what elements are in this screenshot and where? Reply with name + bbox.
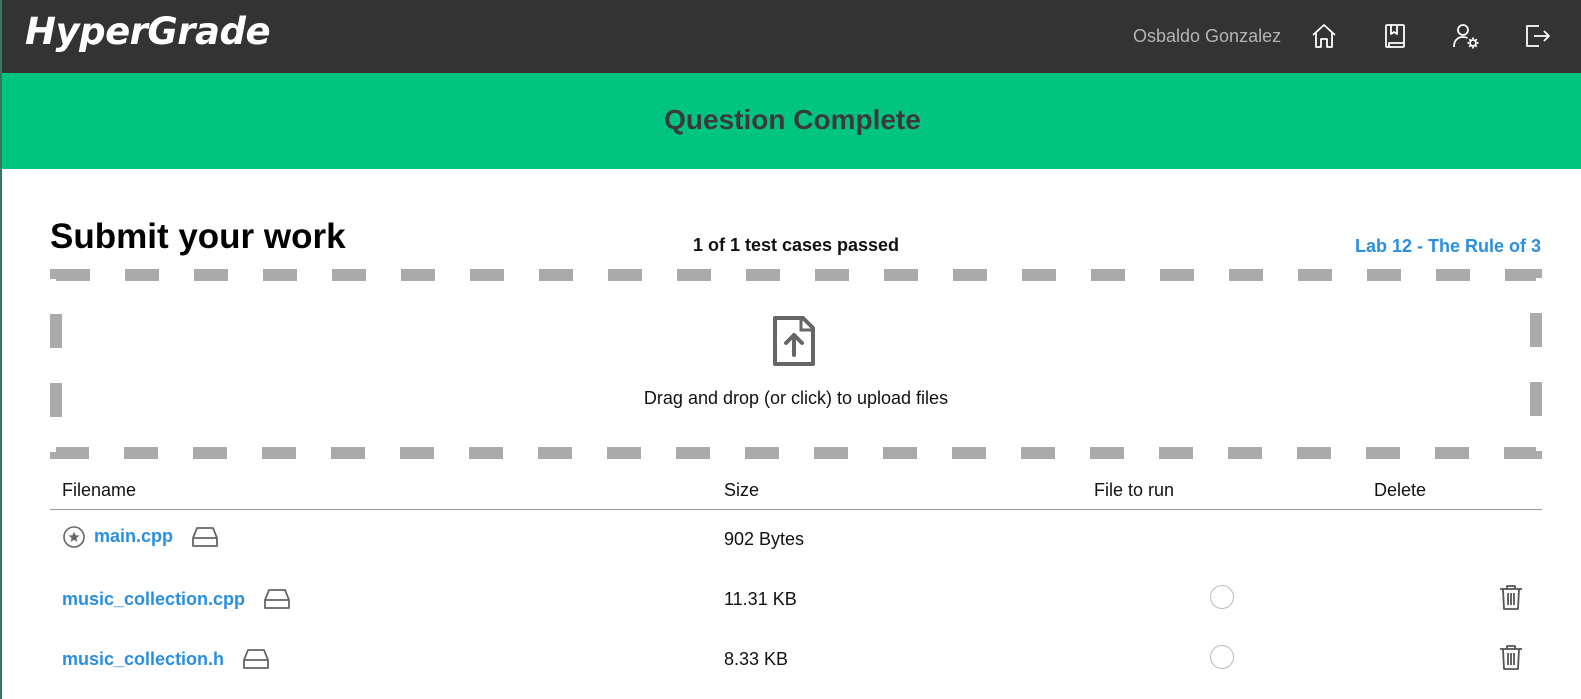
lab-link[interactable]: Lab 12 - The Rule of 3	[1355, 236, 1541, 257]
username-label: Osbaldo Gonzalez	[1133, 26, 1282, 46]
drive-icon[interactable]	[242, 647, 270, 671]
trash-icon[interactable]	[1498, 583, 1524, 611]
dropzone-text: Drag and drop (or click) to upload files	[643, 388, 949, 408]
logout-icon[interactable]	[1523, 22, 1551, 50]
file-upload-icon	[773, 316, 815, 366]
file-link[interactable]: music_collection.h	[62, 649, 224, 670]
files-table: Filename Size File to run Delete main.cp…	[50, 473, 1542, 689]
status-banner: Question Complete	[2, 73, 1581, 169]
top-navbar: HyperGrade Osbaldo Gonzalez	[2, 0, 1581, 73]
trash-icon[interactable]	[1498, 643, 1524, 671]
file-to-run-radio[interactable]	[1210, 644, 1234, 669]
file-size: 11.31 KB	[724, 588, 797, 609]
header-delete: Delete	[1362, 473, 1542, 510]
drive-icon[interactable]	[263, 587, 291, 611]
file-link[interactable]: main.cpp	[94, 526, 173, 547]
user-settings-icon[interactable]	[1452, 22, 1480, 50]
table-header-row: Filename Size File to run Delete	[50, 473, 1542, 510]
file-size: 8.33 KB	[724, 648, 789, 669]
table-row: music_collection.h 8.33 KB	[50, 629, 1542, 689]
header-file-to-run: File to run	[1082, 473, 1362, 510]
test-status: 1 of 1 test cases passed	[692, 235, 900, 255]
header-size: Size	[712, 473, 1082, 510]
home-icon[interactable]	[1310, 22, 1338, 50]
table-row: main.cpp 902 Bytes	[50, 509, 1542, 569]
drive-icon[interactable]	[191, 525, 219, 549]
header-filename: Filename	[50, 473, 712, 510]
upload-dropzone[interactable]: Drag and drop (or click) to upload files	[50, 269, 1542, 459]
banner-title: Question Complete	[664, 104, 921, 135]
file-size: 902 Bytes	[724, 528, 805, 549]
main-file-star-icon	[63, 525, 85, 548]
table-row: music_collection.cpp 11.31 KB	[50, 569, 1542, 629]
app-logo[interactable]: HyperGrade	[25, 10, 271, 53]
file-link[interactable]: music_collection.cpp	[62, 589, 245, 610]
file-to-run-radio[interactable]	[1210, 584, 1234, 609]
book-icon[interactable]	[1381, 22, 1409, 50]
page-title: Submit your work	[50, 217, 346, 256]
